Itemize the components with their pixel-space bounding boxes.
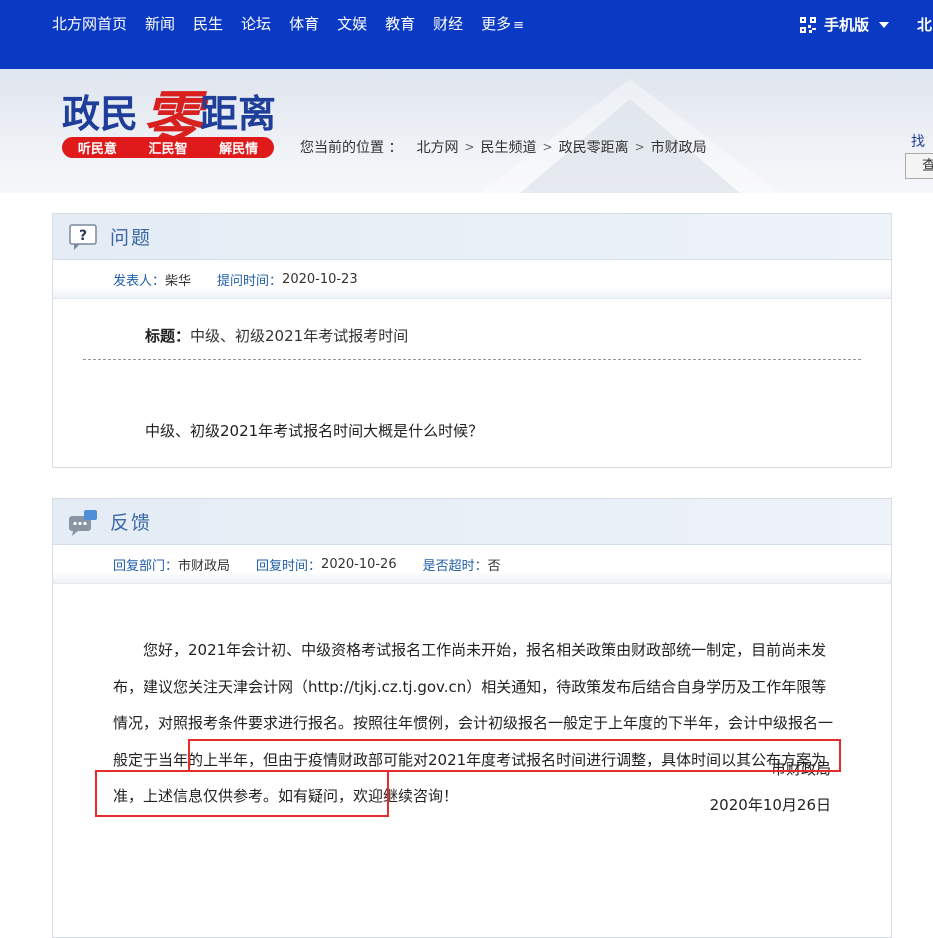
question-title-label: 标题： [145,327,191,345]
feedback-header: 反馈 [53,499,891,545]
question-body: 中级、初级2021年考试报名时间大概是什么时候？ [145,422,484,440]
breadcrumb-label: 您当前的位置 ： [300,140,403,156]
breadcrumb-item-zhengmin[interactable]: 政民零距离 [559,137,629,157]
question-panel: ? 问题 发表人： 柴华 提问时间： 2020-10-23 标题：中级、初级20… [52,213,892,468]
question-heading: 问题 [110,227,153,249]
breadcrumb-item-minsheng[interactable]: 民生频道 [481,137,537,157]
caret-down-icon [879,21,890,28]
nav-link-livelihood[interactable]: 民生 [193,14,223,36]
nav-link-forum[interactable]: 论坛 [241,14,271,36]
question-icon: ? [69,223,97,250]
logo-text-1: 政民 [62,91,139,136]
reply-time-label: 回复时间： [256,558,322,574]
signature-date: 2020年10月26日 [709,796,831,814]
poster-value: 柴华 [165,273,192,289]
feedback-heading: 反馈 [110,512,153,534]
slogan-1: 听民意 [77,142,117,157]
question-header: ? 问题 [53,214,891,260]
nav-links: 北方网首页 新闻 民生 论坛 体育 文娱 教育 财经 更多 ≡ [52,14,542,36]
mobile-version-label: 手机版 [824,16,870,34]
banner-decoration [480,79,780,193]
nav-link-sports[interactable]: 体育 [289,14,319,36]
nav-link-entertainment[interactable]: 文娱 [337,14,367,36]
nav-more-label: 更多 [481,15,512,33]
nav-link-more[interactable]: 更多 ≡ [481,14,524,36]
breadcrumb-item-caizheng[interactable]: 市财政局 [651,137,707,157]
slogan-2: 汇民智 [148,142,188,157]
chevron-right-icon: > [634,140,645,154]
search-link[interactable]: 找 [911,131,925,151]
highlight-box-1 [188,739,841,772]
question-title-text: 中级、初级2021年考试报考时间 [190,327,409,345]
slogan-bar: 听民意 汇民智 解民情 [62,137,274,158]
top-nav: 北方网首页 新闻 民生 论坛 体育 文娱 教育 财经 更多 ≡ 手机版 北 [0,0,933,69]
feedback-meta: 回复部门： 市财政局 回复时间： 2020-10-26 是否超时： 否 [53,545,891,584]
svg-text:?: ? [79,228,87,244]
chevron-right-icon: > [464,140,475,154]
chevron-right-icon: > [542,140,553,154]
nav-link-finance[interactable]: 财经 [433,14,463,36]
slogan-3: 解民情 [219,142,259,157]
banner: 政民 零 距离 听民意 汇民智 解民情 您当前的位置 ： 北方网 > 民生频道 … [0,69,933,193]
nav-link-news[interactable]: 新闻 [145,14,175,36]
divider [83,359,861,360]
overdue-label: 是否超时： [422,558,488,574]
dept-label: 回复部门： [113,558,179,574]
mobile-version-menu[interactable]: 手机版 [800,14,890,35]
highlight-box-2 [95,770,389,817]
poster-label: 发表人： [113,273,166,289]
question-meta: 发表人： 柴华 提问时间： 2020-10-23 [53,260,891,299]
question-title: 标题：中级、初级2021年考试报考时间 [145,325,408,346]
nav-edge-text[interactable]: 北 [917,14,932,35]
ask-time-value: 2020-10-23 [282,271,358,287]
breadcrumb-item-beifang[interactable]: 北方网 [416,137,458,157]
chat-bubble-icon [69,509,97,536]
dept-value: 市财政局 [178,558,231,574]
breadcrumb: 您当前的位置 ： 北方网 > 民生频道 > 政民零距离 > 市财政局 [300,137,707,157]
menu-icon: ≡ [513,18,525,33]
nav-link-home[interactable]: 北方网首页 [52,14,127,36]
qr-code-icon [800,16,816,33]
nav-link-education[interactable]: 教育 [385,14,415,36]
reply-time-value: 2020-10-26 [321,556,397,572]
feedback-panel: 反馈 回复部门： 市财政局 回复时间： 2020-10-26 是否超时： 否 您… [52,498,892,938]
search-button[interactable]: 查 [905,153,933,179]
ask-time-label: 提问时间： [217,273,283,289]
overdue-value: 否 [487,558,501,574]
logo-text-2: 距离 [200,91,277,136]
